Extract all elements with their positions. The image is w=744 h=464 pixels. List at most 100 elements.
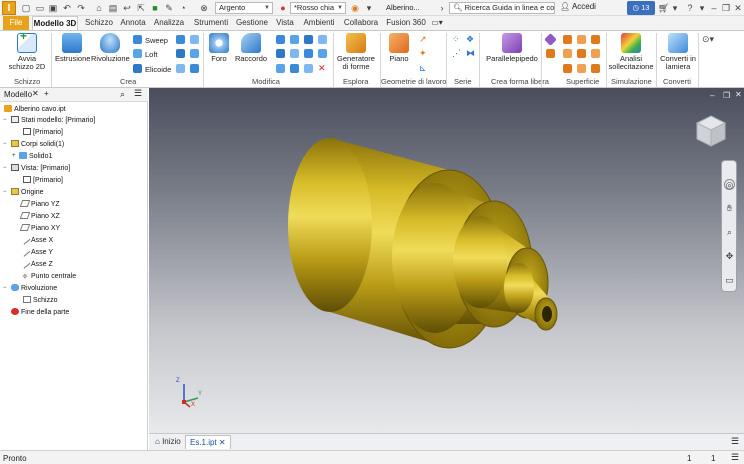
tree-item-solid1[interactable]: Solido1 xyxy=(19,152,52,162)
tree-item-plane-xz[interactable]: Piano XZ xyxy=(19,212,60,222)
dropdown-icon[interactable]: ▾ xyxy=(670,3,680,13)
rect-pattern-icon[interactable]: ⁘ xyxy=(452,35,461,44)
orbit-icon[interactable]: ✥ xyxy=(724,251,735,262)
tree-item-state-primary[interactable]: [Primario] xyxy=(23,128,63,138)
tab-gestione[interactable]: Gestione xyxy=(235,16,269,30)
save-icon[interactable]: ▣ xyxy=(48,3,58,13)
look-at-icon[interactable]: ▭ xyxy=(724,275,735,286)
ribbon-options-icon[interactable]: ⊙▾ xyxy=(702,35,718,44)
axis-icon[interactable]: ↗ xyxy=(419,35,428,44)
shell-icon[interactable] xyxy=(290,35,299,44)
ruled-surface-icon[interactable] xyxy=(563,49,572,58)
repair-icon[interactable] xyxy=(591,49,600,58)
chamfer-icon[interactable] xyxy=(276,35,285,44)
trim-icon[interactable] xyxy=(591,35,600,44)
tree-item-plane-yz[interactable]: Piano YZ xyxy=(19,200,60,210)
thread-icon[interactable] xyxy=(318,35,327,44)
trial-clock-badge[interactable]: ◷ 13 xyxy=(627,1,655,15)
tab-analizza[interactable]: Analizza xyxy=(152,16,186,30)
home-icon[interactable]: ⌂ xyxy=(94,3,104,13)
add-icon[interactable]: + xyxy=(44,89,49,98)
color-palette-icon[interactable]: ◉ xyxy=(350,3,360,13)
panel-options-icon[interactable]: ▭▾ xyxy=(430,16,444,30)
steering-wheel-icon[interactable]: ◎ xyxy=(724,179,735,190)
tree-item-revolve[interactable]: Rivoluzione xyxy=(11,284,57,294)
tree-item-model-states[interactable]: Stati modello: [Primario] xyxy=(11,116,95,126)
shape-generator-button[interactable]: Generatore di forme xyxy=(336,33,376,71)
return-icon[interactable]: ↩ xyxy=(122,3,132,13)
app-logo-icon[interactable]: I xyxy=(2,1,16,15)
select-icon[interactable]: ⇱ xyxy=(136,3,146,13)
fit-mesh-icon[interactable] xyxy=(563,64,572,73)
tree-item-origin[interactable]: Origine xyxy=(11,188,44,198)
cart-icon[interactable]: 🛒︎ xyxy=(658,3,669,13)
tab-annota[interactable]: Annota xyxy=(119,16,147,30)
sweep-button[interactable]: Sweep xyxy=(133,35,168,46)
rib-icon[interactable] xyxy=(176,35,185,44)
loft-button[interactable]: Loft xyxy=(133,49,158,60)
tree-item-solid-bodies[interactable]: Corpi solidi(1) xyxy=(11,140,64,150)
tree-item-center-point[interactable]: ✧ Punto centrale xyxy=(21,272,77,282)
delete-face-surf-icon[interactable] xyxy=(577,64,586,73)
tree-item-part[interactable]: Alberino cavo.ipt xyxy=(4,105,66,115)
extrude-button[interactable]: Estrusione xyxy=(55,33,90,63)
tree-item-view-primary[interactable]: [Primario] xyxy=(23,176,63,186)
tab-fusion-360[interactable]: Fusion 360 xyxy=(386,16,426,30)
help-search-input[interactable]: 🔍︎ Ricerca Guida in linea e comandi xyxy=(449,2,555,14)
project-icon[interactable]: ▤ xyxy=(108,3,118,13)
chevron-right-icon[interactable]: › xyxy=(437,3,447,13)
tree-item-axis-x[interactable]: Asse X xyxy=(19,234,53,246)
coil-button[interactable]: Elicoide xyxy=(133,64,171,75)
decal-icon[interactable] xyxy=(190,49,199,58)
convert-sheetmetal-button[interactable]: Converti in lamiera xyxy=(658,33,698,71)
tree-item-plane-xy[interactable]: Piano XY xyxy=(19,224,60,234)
tree-item-axis-z[interactable]: Asse Z xyxy=(19,258,53,270)
start-sketch-button[interactable]: + Avvia schizzo 2D xyxy=(6,30,48,71)
stitch-icon[interactable] xyxy=(544,33,557,46)
collapse-icon[interactable]: − xyxy=(3,165,8,171)
derive-icon[interactable] xyxy=(176,49,185,58)
hollow-shaft-model[interactable] xyxy=(149,88,744,433)
tab-menu-icon[interactable]: ☰ xyxy=(731,436,739,447)
appearance-combo[interactable]: *Rosso chia ▼ xyxy=(290,2,346,14)
replace-face-icon[interactable] xyxy=(577,49,586,58)
measure-icon[interactable]: ■ xyxy=(150,3,160,13)
tree-item-axis-y[interactable]: Asse Y xyxy=(19,246,53,258)
tab-strumenti[interactable]: Strumenti xyxy=(192,16,230,30)
ucs-icon[interactable]: ⊾ xyxy=(419,64,428,73)
stress-analysis-button[interactable]: Analisi sollecitazione xyxy=(608,33,654,71)
help-icon[interactable]: ? xyxy=(685,3,695,13)
fillet-button[interactable]: Raccordo xyxy=(234,33,268,63)
material-combo[interactable]: Argento ▼ xyxy=(215,2,273,14)
bend-part-icon[interactable] xyxy=(304,64,313,73)
expand-icon[interactable]: + xyxy=(12,153,17,159)
viewcube-icon[interactable] xyxy=(695,114,727,148)
box-freeform-button[interactable]: Parallelepipedo xyxy=(484,33,540,63)
tab-file[interactable]: File xyxy=(3,16,29,30)
tab-collabora[interactable]: Collabora xyxy=(342,16,380,30)
collapse-icon[interactable]: − xyxy=(3,141,8,147)
tab-home[interactable]: ⌂ Inizio xyxy=(151,435,185,449)
zoom-icon[interactable]: ⌕ xyxy=(724,227,735,238)
search-icon[interactable]: ⌕ xyxy=(120,89,125,100)
clear-override-icon[interactable]: ⊗ xyxy=(199,3,209,13)
tab-modello-3d[interactable]: Modello 3D xyxy=(32,16,78,30)
draft-icon[interactable] xyxy=(304,35,313,44)
dropdown-icon[interactable]: ▾ xyxy=(364,3,374,13)
copy-object-icon[interactable] xyxy=(276,64,285,73)
move-face-icon[interactable] xyxy=(318,49,327,58)
restore-icon[interactable]: ❐ xyxy=(721,3,731,13)
tab-vista[interactable]: Vista xyxy=(274,16,296,30)
collapse-icon[interactable]: − xyxy=(3,189,8,195)
pan-icon[interactable]: ✋︎ xyxy=(724,203,735,214)
emboss-icon[interactable] xyxy=(190,35,199,44)
patch-icon[interactable] xyxy=(563,35,572,44)
split-icon[interactable] xyxy=(276,49,285,58)
tree-item-end-of-part[interactable]: Fine della parte xyxy=(11,308,69,318)
redo-icon[interactable]: ↷ xyxy=(76,3,86,13)
plane-button[interactable]: Piano xyxy=(386,33,412,63)
menu-icon[interactable]: ☰ xyxy=(134,88,142,99)
mirror-icon[interactable]: ⧓ xyxy=(466,49,475,58)
thicken-surf-icon[interactable] xyxy=(591,64,600,73)
tree-item-sketch[interactable]: Schizzo xyxy=(23,296,58,306)
